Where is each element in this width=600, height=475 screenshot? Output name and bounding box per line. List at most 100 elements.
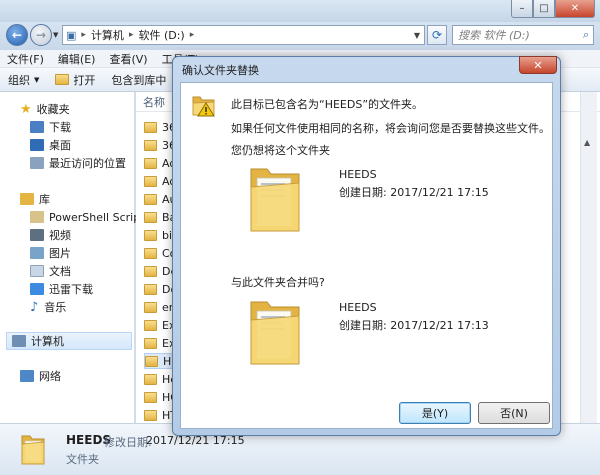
message-line-1: 此目标已包含名为“HEEDS”的文件夹。 [231, 98, 424, 111]
nav-pictures[interactable]: 图片 [30, 244, 71, 262]
breadcrumb-chevron-icon[interactable]: ▸ [188, 30, 197, 40]
close-icon: ✕ [570, 3, 580, 14]
nav-network[interactable]: 网络 [20, 367, 61, 385]
dialog-body: 此目标已包含名为“HEEDS”的文件夹。 如果任何文件使用相同的名称，将会询问您… [180, 82, 553, 429]
folder-icon [144, 193, 157, 205]
close-button[interactable]: ✕ [555, 0, 595, 18]
nav-label: 图片 [49, 247, 71, 260]
nav-recent[interactable]: 最近访问的位置 [30, 154, 126, 172]
nav-libraries[interactable]: 库 [20, 190, 50, 208]
nav-label: 库 [39, 193, 50, 206]
search-input[interactable]: 搜索 软件 (D:) ⌕ [452, 25, 594, 45]
folder-large-icon [21, 435, 45, 465]
nav-powershell[interactable]: PowerShell Scripts [30, 208, 150, 226]
folder-icon [144, 319, 157, 331]
message-line-4: 与此文件夹合并吗? [231, 276, 325, 289]
minimize-button[interactable]: – [511, 0, 533, 18]
include-in-library-button[interactable]: 包含到库中 [103, 72, 174, 88]
menu-file[interactable]: 文件(F) [0, 51, 51, 67]
nav-documents[interactable]: 文档 [30, 262, 71, 280]
libraries-icon [20, 193, 34, 205]
vertical-scrollbar[interactable]: ▲ [580, 92, 597, 423]
dialog-title: 确认文件夹替换 [182, 64, 259, 77]
address-bar-area: ← → ▼ ▣ ▸ 计算机 ▸ 软件 (D:) ▸ ▼ ⟳ 搜索 软件 (D:)… [0, 22, 600, 50]
nav-videos[interactable]: 视频 [30, 226, 71, 244]
source-folder-name: HEEDS [339, 168, 377, 181]
arrow-right-icon: → [35, 28, 47, 42]
maximize-icon: □ [539, 3, 549, 14]
breadcrumb-drive[interactable]: 软件 (D:) [135, 27, 187, 43]
no-button[interactable]: 否(N) [478, 402, 550, 424]
network-icon [20, 370, 34, 382]
organize-label: 组织 [8, 73, 30, 87]
nav-label: 音乐 [44, 301, 67, 314]
folder-icon [145, 355, 158, 367]
nav-downloads[interactable]: 下载 [30, 118, 71, 136]
nav-label: 桌面 [49, 139, 71, 152]
nav-music[interactable]: ♪ 音乐 [30, 298, 66, 316]
folder-icon [144, 337, 157, 349]
folder-icon [144, 265, 157, 277]
column-name-label: 名称 [143, 95, 165, 109]
folder-icon [144, 229, 157, 241]
minimize-icon: – [519, 3, 525, 14]
refresh-icon: ⟳ [431, 28, 443, 42]
folder-icon [144, 121, 157, 133]
organize-button[interactable]: 组织 ▼ [0, 72, 47, 88]
pictures-icon [30, 247, 44, 259]
menu-edit[interactable]: 编辑(E) [51, 51, 103, 67]
folder-icon [144, 373, 157, 385]
folder-icon [144, 301, 157, 313]
folder-icon [144, 391, 157, 403]
powershell-library-icon [30, 211, 44, 223]
navigation-pane: ★ 收藏夹 下载 桌面 最近访问的位置 库 PowerShell Scripts … [0, 92, 150, 423]
window-titlebar [0, 0, 600, 22]
address-box[interactable]: ▣ ▸ 计算机 ▸ 软件 (D:) ▸ ▼ [62, 25, 425, 45]
nav-label: 迅雷下载 [49, 283, 93, 296]
source-folder-created: 创建日期: 2017/12/21 17:15 [339, 186, 489, 199]
destination-folder-icon[interactable] [247, 296, 303, 368]
include-label: 包含到库中 [111, 73, 167, 87]
message-line-2: 如果任何文件使用相同的名称，将会询问您是否要替换这些文件。 [231, 122, 550, 135]
source-folder-icon[interactable] [247, 163, 303, 235]
address-dropdown-icon[interactable]: ▼ [414, 31, 420, 40]
nav-label: 视频 [49, 229, 71, 242]
breadcrumb-chevron-icon[interactable]: ▸ [79, 30, 88, 40]
nav-computer[interactable]: 计算机 [6, 332, 132, 350]
nav-label: 收藏夹 [36, 103, 70, 116]
search-icon: ⌕ [582, 28, 589, 41]
folder-icon [144, 247, 157, 259]
history-dropdown-icon[interactable]: ▼ [53, 31, 58, 39]
item-type: 文件夹 [66, 453, 99, 466]
message-line-3: 您仍想将这个文件夹 [231, 144, 330, 157]
scroll-up-icon[interactable]: ▲ [584, 138, 590, 147]
yes-button[interactable]: 是(Y) [399, 402, 471, 424]
refresh-button[interactable]: ⟳ [427, 25, 447, 45]
desktop-icon [30, 139, 44, 151]
menu-view[interactable]: 查看(V) [102, 51, 154, 67]
forward-button[interactable]: → [30, 24, 52, 46]
close-icon: ✕ [533, 58, 543, 72]
breadcrumb-computer[interactable]: 计算机 [88, 27, 127, 43]
computer-small-icon: ▣ [66, 28, 77, 42]
dialog-close-button[interactable]: ✕ [519, 56, 557, 74]
breadcrumb-chevron-icon[interactable]: ▸ [127, 30, 136, 40]
open-label: 打开 [73, 73, 96, 87]
modified-label: 修改日期: [104, 436, 152, 449]
nav-desktop[interactable]: 桌面 [30, 136, 71, 154]
back-button[interactable]: ← [6, 24, 28, 46]
search-placeholder: 搜索 软件 (D:) [458, 29, 530, 42]
yes-label: 是(Y) [421, 407, 449, 420]
videos-icon [30, 229, 44, 241]
maximize-button[interactable]: □ [533, 0, 555, 18]
no-label: 否(N) [500, 407, 528, 420]
nav-label: 文档 [49, 265, 71, 278]
folder-open-icon [55, 74, 70, 85]
nav-xunlei[interactable]: 迅雷下载 [30, 280, 93, 298]
folder-icon [144, 211, 157, 223]
open-button[interactable]: 打开 [47, 72, 103, 88]
xunlei-download-icon [30, 283, 44, 295]
folder-icon [144, 157, 157, 169]
nav-favorites[interactable]: ★ 收藏夹 [20, 100, 70, 118]
recent-places-icon [30, 157, 44, 169]
